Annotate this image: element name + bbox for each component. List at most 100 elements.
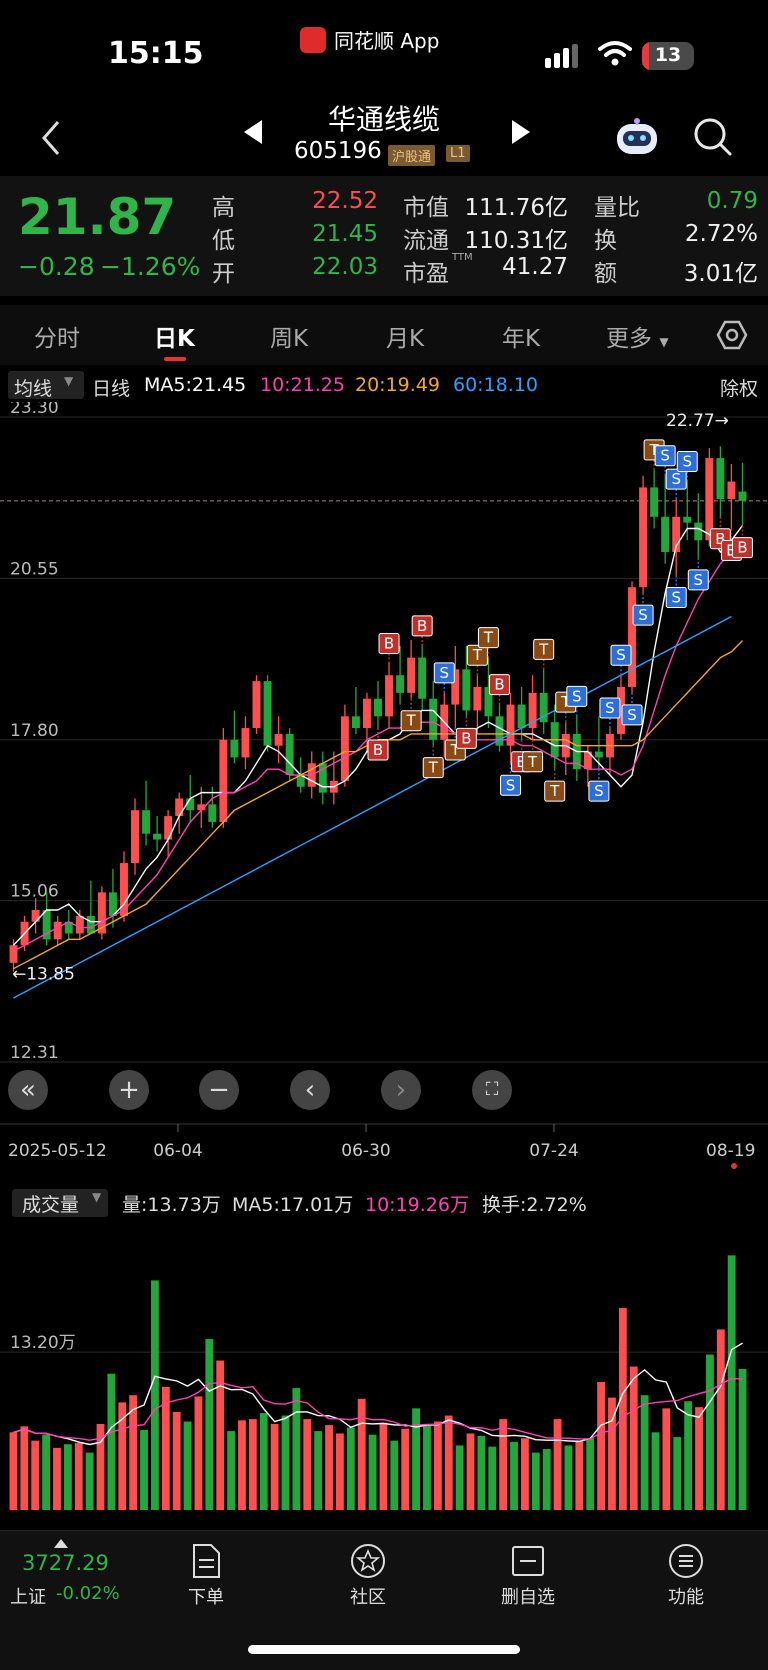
index-name: 上证	[10, 1587, 46, 1608]
candle-body	[230, 739, 239, 758]
kline-chart[interactable]: 23.3020.5517.8015.0612.31BBSBTTTBTTBSB TT…	[0, 402, 768, 1182]
volume-dropdown-label: 成交量	[22, 1194, 80, 1216]
signal-marker-label: S	[671, 588, 681, 606]
battery-icon: 13	[642, 42, 694, 70]
candle-body	[473, 686, 482, 711]
status-app-indicator[interactable]: 同花顺 App	[300, 25, 439, 54]
candle-body	[418, 657, 427, 699]
min-price-label: ←13.85	[12, 965, 75, 985]
assistant-robot-icon[interactable]	[614, 116, 660, 158]
order-button[interactable]: 下单	[156, 1543, 256, 1609]
volume-bar	[325, 1425, 333, 1510]
x-tick-label: 07-24	[529, 1141, 578, 1161]
signal-marker-label: T	[472, 646, 483, 664]
candle-body	[263, 681, 272, 746]
last-price: 21.87	[18, 188, 177, 246]
turnover-label: 换	[594, 228, 617, 254]
zoom-out-full-button[interactable]: «	[8, 1070, 48, 1110]
signal-marker-label: T	[527, 753, 538, 771]
x-tick-label: 06-04	[153, 1141, 202, 1161]
volume-bar	[684, 1401, 693, 1510]
candle-body	[594, 751, 603, 758]
x-tick-label: 06-30	[341, 1141, 390, 1161]
volume-bar	[531, 1452, 540, 1510]
active-tab-indicator	[164, 357, 186, 361]
candle-body	[385, 675, 394, 717]
pe-ttm-label: TTM	[452, 252, 473, 263]
remove-watchlist-icon	[512, 1546, 544, 1576]
tab-monthly-k[interactable]: 月K	[386, 319, 424, 353]
volume-bar	[183, 1421, 192, 1510]
volume-chart[interactable]: 13.20万	[0, 1220, 768, 1520]
candle-body	[9, 945, 18, 963]
volume-bar	[433, 1421, 442, 1510]
candle-body	[219, 739, 228, 822]
candle-body	[738, 491, 747, 501]
volume-legend: 成交量 ▼ 量:13.73万 MA5:17.01万 10:19.26万 换手:2…	[0, 1186, 768, 1220]
amount-label: 额	[594, 261, 617, 287]
adjust-toggle[interactable]: 除权	[720, 374, 758, 401]
price-change-pct: −1.26%	[100, 252, 201, 281]
candle-body	[164, 816, 173, 840]
scroll-left-button[interactable]: ‹	[290, 1070, 330, 1110]
tab-weekly-k[interactable]: 周K	[270, 319, 308, 353]
home-indicator	[248, 1645, 520, 1654]
ma60-label: 60:18.10	[453, 374, 538, 396]
signal-marker-label: S	[638, 606, 648, 624]
volume-bar	[629, 1366, 638, 1510]
signal-marker-label: S	[605, 699, 615, 717]
tab-more[interactable]: 更多 ▼	[606, 319, 669, 353]
volume-bar	[20, 1426, 29, 1510]
index-value[interactable]: 3727.29	[22, 1551, 109, 1575]
battery-level-text: 13	[654, 44, 682, 66]
order-label: 下单	[188, 1587, 224, 1608]
volume-bar	[499, 1419, 508, 1510]
candle-body	[142, 810, 151, 834]
signal-marker-label: S	[594, 782, 604, 800]
zoom-in-button[interactable]: +	[109, 1070, 149, 1110]
volume-bar	[542, 1449, 551, 1510]
settings-hex-icon[interactable]	[716, 319, 748, 351]
tab-yearly-k[interactable]: 年K	[502, 319, 540, 353]
candle-body	[683, 516, 692, 523]
ma5-label: MA5:21.45	[144, 374, 247, 396]
status-bar: 15:15 同花顺 App 13	[0, 0, 768, 96]
signal-marker-label: T	[549, 782, 560, 800]
volume-bar	[259, 1413, 268, 1510]
volume-bar	[314, 1431, 323, 1510]
volume-bar	[270, 1423, 279, 1510]
zoom-out-button[interactable]: −	[199, 1070, 239, 1110]
functions-button[interactable]: 功能	[636, 1543, 736, 1609]
candle-body	[517, 704, 526, 729]
volume-bar	[303, 1419, 312, 1510]
fullscreen-button[interactable]: ⛶	[472, 1070, 512, 1110]
volume-bar	[401, 1428, 410, 1510]
volume-bar	[281, 1415, 290, 1510]
caret-down-icon: ▼	[64, 374, 74, 388]
signal-marker-label: B	[461, 729, 471, 747]
signal-marker-label: S	[616, 646, 626, 664]
pe-value: 41.27	[502, 254, 568, 280]
next-stock-icon[interactable]	[508, 118, 532, 146]
stock-header: 华通线缆 605196 沪股通 L1	[0, 96, 768, 176]
status-time: 15:15	[108, 36, 204, 71]
mcap-label: 市值	[403, 195, 449, 221]
community-button[interactable]: 社区	[318, 1543, 418, 1609]
scroll-right-button[interactable]: ›	[381, 1070, 421, 1110]
remove-watchlist-button[interactable]: 删自选	[478, 1543, 578, 1609]
volume-bar	[455, 1445, 464, 1510]
tab-intraday[interactable]: 分时	[34, 319, 80, 353]
volume-bar	[716, 1329, 725, 1510]
volume-bar	[248, 1419, 257, 1510]
candle-body	[153, 833, 162, 840]
candle-body	[650, 487, 659, 517]
order-doc-icon	[193, 1544, 220, 1578]
level-badge: L1	[446, 145, 470, 162]
volume-bar	[520, 1438, 529, 1510]
tab-daily-k[interactable]: 日K	[154, 319, 195, 353]
volume-bar	[444, 1415, 453, 1510]
candle-body	[285, 733, 294, 776]
volume-bar	[238, 1420, 246, 1510]
volume-bar	[575, 1440, 584, 1510]
search-icon[interactable]	[692, 116, 734, 158]
